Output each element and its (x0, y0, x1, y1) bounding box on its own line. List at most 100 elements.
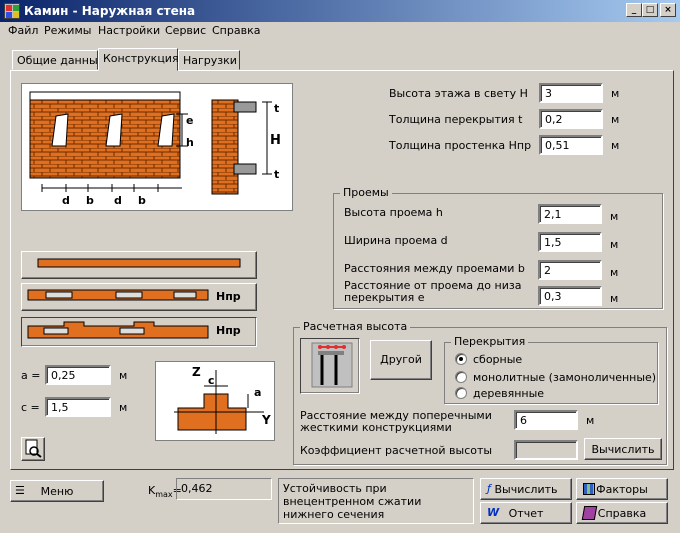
slab-thickness-unit: м (611, 113, 620, 126)
c-label: c = (21, 401, 40, 414)
app-icon[interactable] (4, 3, 20, 19)
minimize-button[interactable]: _ (626, 3, 642, 17)
word-icon: W (487, 506, 500, 519)
tab-general[interactable]: Общие данные (12, 50, 104, 70)
wall-elevation-figure: e h H t t d b d b (21, 83, 293, 211)
c-input[interactable]: 1,5 (45, 397, 111, 417)
preview-button[interactable] (21, 437, 45, 461)
coef-field (514, 440, 578, 460)
buttress-wall-drawing: Hпр (27, 321, 241, 339)
slab-thickness-input[interactable]: 0,2 (539, 109, 603, 129)
label-b-2: b (138, 194, 146, 207)
wall-type-pilaster[interactable]: Hпр (21, 283, 257, 311)
label-d-1: d (62, 194, 70, 207)
transverse-distance-input[interactable]: 6 (514, 410, 578, 430)
floors-group: Перекрытия сборные монолитные (замонолич… (444, 335, 658, 404)
wall-type-buttress[interactable]: Hпр (21, 317, 257, 347)
cross-section-figure: Z Y c a (155, 361, 275, 441)
menu-modes[interactable]: Режимы (44, 24, 91, 37)
menu-button-label: Меню (40, 485, 74, 498)
menu-list-icon: ☰ (15, 484, 25, 497)
label-t-top: t (274, 102, 279, 115)
pier-thickness-label: Толщина простенка Hпр (389, 139, 532, 152)
opening-spacing-label: Расстояния между проемами b (344, 262, 525, 275)
a-unit: м (119, 369, 128, 382)
title-bar: Камин - Наружная стена _ □ × (0, 0, 680, 22)
label-hpr-2: Hпр (216, 324, 241, 337)
solid-wall-drawing (37, 258, 241, 268)
radio-precast-label: сборные (473, 353, 523, 366)
cross-section-drawing: Z Y c a (174, 365, 271, 434)
opening-height-input[interactable]: 2,1 (538, 204, 602, 224)
wall-type-solid[interactable] (21, 251, 257, 279)
opening-height-label: Высота проема h (344, 206, 443, 219)
opening-spacing-unit: м (610, 266, 619, 279)
report-button-label: Отчет (508, 507, 544, 520)
floors-title: Перекрытия (451, 335, 529, 348)
menu-bar: Файл Режимы Настройки Сервис Справка (0, 22, 680, 40)
grid-icon (583, 483, 595, 495)
opening-offset-unit: м (610, 292, 619, 305)
label-H: H (270, 133, 281, 148)
book-icon (581, 506, 598, 520)
design-height-title: Расчетная высота (300, 320, 411, 333)
scheme-button[interactable] (300, 338, 360, 394)
tab-loads[interactable]: Нагрузки (178, 50, 240, 70)
opening-width-unit: м (610, 238, 619, 251)
menu-service[interactable]: Сервис (165, 24, 206, 37)
menu-button[interactable]: ☰ Меню (10, 480, 104, 502)
label-b-1: b (86, 194, 94, 207)
openings-group: Проемы Высота проема h 2,1 м Ширина прое… (333, 186, 663, 309)
other-button[interactable]: Другой (370, 340, 432, 380)
c-unit: м (119, 401, 128, 414)
opening-height-unit: м (610, 210, 619, 223)
kmax-value: 0,462 (176, 478, 272, 500)
pier-thickness-unit: м (611, 139, 620, 152)
factors-button-label: Факторы (596, 483, 648, 496)
magnifier-icon (25, 439, 42, 458)
design-height-group: Расчетная высота Другой Перекрытия сборн… (293, 320, 667, 465)
opening-spacing-input[interactable]: 2 (538, 260, 602, 280)
label-hpr-1: Hпр (216, 290, 241, 303)
label-Z: Z (192, 365, 201, 379)
radio-monolithic[interactable] (455, 371, 467, 383)
status-text: Устойчивость при внецентренном сжатии ни… (278, 478, 474, 524)
opening-offset-input[interactable]: 0,3 (538, 286, 602, 306)
help-button[interactable]: Справка (576, 502, 668, 524)
radio-wooden-label: деревянные (473, 387, 545, 400)
coef-label: Коэффициент расчетной высоты (300, 444, 493, 457)
openings-title: Проемы (340, 186, 392, 199)
report-button[interactable]: W Отчет (480, 502, 572, 524)
maximize-button[interactable]: □ (642, 3, 658, 17)
transverse-distance-label: Расстояние между поперечными жесткими ко… (300, 409, 492, 434)
close-button[interactable]: × (660, 3, 676, 17)
frame-scheme-icon (311, 342, 353, 388)
radio-precast[interactable] (455, 353, 467, 365)
radio-wooden[interactable] (455, 387, 467, 399)
opening-width-input[interactable]: 1,5 (538, 232, 602, 252)
floor-height-unit: м (611, 87, 620, 100)
menu-settings[interactable]: Настройки (98, 24, 160, 37)
menu-file[interactable]: Файл (8, 24, 38, 37)
transverse-distance-unit: м (586, 414, 595, 427)
tab-construction[interactable]: Конструкция (98, 48, 179, 71)
label-a: a (254, 386, 261, 399)
radio-monolithic-label: монолитные (замоноличенные) (473, 371, 657, 384)
floor-height-label: Высота этажа в свету H (389, 87, 528, 100)
wall-elevation-drawing: e h H t t d b d b (29, 91, 281, 207)
compute-coef-button[interactable]: Вычислить (584, 438, 662, 460)
construction-panel: e h H t t d b d b Hпр Hпр a = 0,25 м c =… (10, 70, 674, 470)
compute-button-label: Вычислить (494, 483, 558, 496)
compute-button[interactable]: ƒ Вычислить (480, 478, 572, 500)
factors-button[interactable]: Факторы (576, 478, 668, 500)
help-button-label: Справка (597, 507, 647, 520)
pilaster-wall-drawing: Hпр (27, 289, 241, 303)
function-icon: ƒ (487, 482, 491, 495)
pier-thickness-input[interactable]: 0,51 (539, 135, 603, 155)
menu-help[interactable]: Справка (212, 24, 260, 37)
slab-thickness-label: Толщина перекрытия t (389, 113, 523, 126)
floor-height-input[interactable]: 3 (539, 83, 603, 103)
label-h: h (186, 136, 194, 149)
label-d-2: d (114, 194, 122, 207)
a-input[interactable]: 0,25 (45, 365, 111, 385)
